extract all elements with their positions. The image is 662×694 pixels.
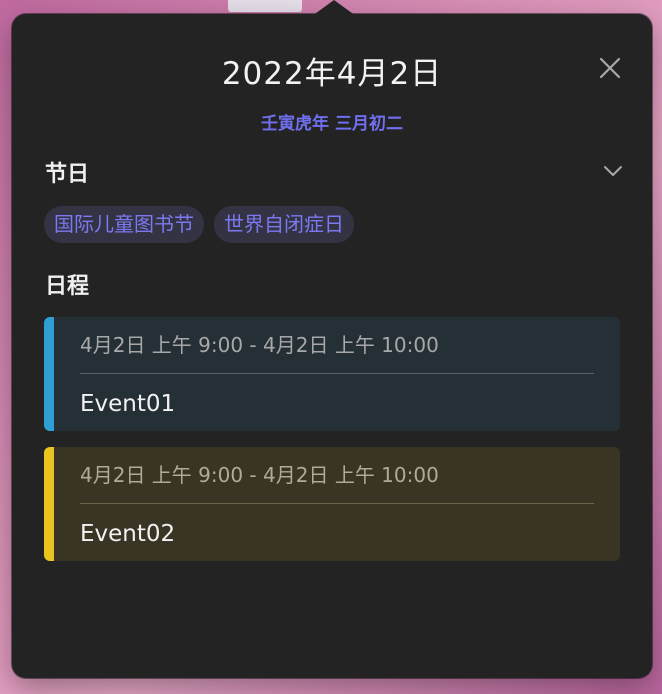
- popover-arrow: [312, 0, 356, 16]
- schedule-section-title: 日程: [45, 274, 90, 299]
- close-button[interactable]: [596, 54, 624, 82]
- holidays-collapse-toggle[interactable]: [600, 160, 626, 182]
- event-time: 4月2日 上午 9:00 - 4月2日 上午 10:00: [80, 463, 439, 487]
- event-time: 4月2日 上午 9:00 - 4月2日 上午 10:00: [80, 333, 439, 357]
- holiday-tag[interactable]: 国际儿童图书节: [44, 206, 204, 243]
- date-title: 2022年4月2日: [221, 56, 443, 92]
- close-icon: [599, 57, 621, 79]
- event-color-stripe: [44, 447, 54, 561]
- lunar-date: 壬寅虎年 三月初二: [261, 114, 403, 134]
- event-divider: [80, 503, 594, 504]
- event-divider: [80, 373, 594, 374]
- holidays-section-title: 节日: [45, 162, 90, 187]
- event-card[interactable]: 4月2日 上午 9:00 - 4月2日 上午 10:00 Event02: [44, 447, 620, 561]
- event-color-stripe: [44, 317, 54, 431]
- holiday-tag[interactable]: 世界自闭症日: [214, 206, 354, 243]
- backdrop-window-edge: [228, 0, 302, 12]
- event-card[interactable]: 4月2日 上午 9:00 - 4月2日 上午 10:00 Event01: [44, 317, 620, 431]
- holiday-tags: 国际儿童图书节 世界自闭症日: [44, 206, 354, 243]
- date-detail-popover: 2022年4月2日 壬寅虎年 三月初二 节日 国际儿童图书节 世界自闭症日 日程…: [12, 0, 652, 678]
- event-title: Event02: [80, 521, 176, 547]
- event-title: Event01: [80, 391, 176, 417]
- chevron-down-icon: [604, 166, 622, 176]
